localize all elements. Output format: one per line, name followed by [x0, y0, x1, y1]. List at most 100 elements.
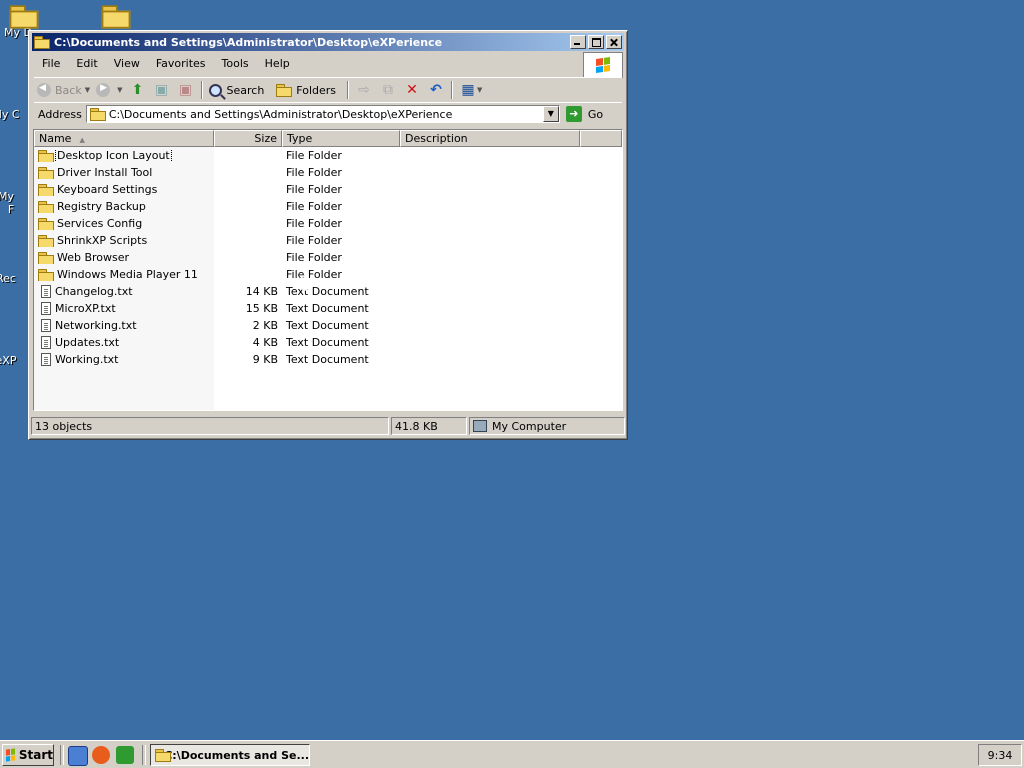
column-description-label: Description [405, 132, 468, 145]
file-type: File Folder [286, 251, 342, 264]
file-name-cell: Working.txt [34, 353, 214, 366]
folders-button[interactable]: Folders [273, 79, 339, 101]
table-row[interactable]: Web Browser File Folder [34, 249, 622, 266]
explorer-window: C:\Documents and Settings\Administrator\… [28, 30, 628, 440]
folder-icon [89, 108, 106, 121]
file-type: Text Document [286, 353, 369, 366]
table-row[interactable]: Windows Media Player 11 File Folder [34, 266, 622, 283]
column-type-label: Type [287, 132, 313, 145]
green-arrow-icon[interactable] [116, 746, 134, 764]
column-header-name[interactable]: Name ▲ [34, 130, 214, 147]
file-name: Updates.txt [55, 336, 120, 349]
back-button[interactable]: Back ▼ [34, 79, 93, 101]
file-name: Services Config [57, 217, 143, 230]
text-document-icon [41, 336, 51, 349]
taskbar-task-label: C:\Documents and Se... [164, 748, 309, 762]
views-button[interactable]: ▦ ▼ [456, 79, 485, 101]
delete-x-icon: ✕ [406, 82, 418, 98]
standard-toolbar: Back ▼ ▼ ⬆ ▣ ▣ Search Folders ⇨ ⧉ [34, 77, 622, 103]
file-name-cell: Keyboard Settings [34, 183, 214, 196]
column-header-size[interactable]: Size [214, 130, 282, 147]
folder-icon [101, 5, 131, 29]
text-document-icon [41, 302, 51, 315]
table-row[interactable]: Updates.txt 4 KB Text Document [34, 334, 622, 351]
folder-icon [9, 5, 39, 29]
file-name: Working.txt [55, 353, 119, 366]
undo-button[interactable]: ↶ [424, 79, 448, 101]
file-size: 9 KB [252, 353, 278, 366]
maximize-button[interactable] [588, 35, 604, 49]
folder-icon [38, 268, 54, 281]
sort-ascending-icon: ▲ [79, 136, 85, 144]
file-name-cell: Windows Media Player 11 [34, 268, 214, 281]
file-size: 2 KB [252, 319, 278, 332]
folder-icon [38, 183, 54, 196]
file-name: MicroXP.txt [55, 302, 116, 315]
table-row[interactable]: Keyboard Settings File Folder [34, 181, 622, 198]
table-row[interactable]: Desktop Icon Layout File Folder [34, 147, 622, 164]
column-name-label: Name [39, 132, 72, 145]
menu-favorites[interactable]: Favorites [148, 57, 214, 70]
text-document-icon [41, 285, 51, 298]
folder-icon [276, 84, 293, 97]
delete-button[interactable]: ✕ [400, 79, 424, 101]
browser-icon[interactable] [92, 746, 110, 764]
menu-file[interactable]: File [34, 57, 68, 70]
up-button[interactable]: ⬆ [126, 79, 150, 101]
folder-icon [38, 200, 54, 213]
move-button[interactable]: ⇨ [352, 79, 376, 101]
show-desktop-icon[interactable] [68, 746, 88, 766]
go-button[interactable]: ➜ Go [565, 106, 604, 122]
file-name: Changelog.txt [55, 285, 133, 298]
menu-help[interactable]: Help [257, 57, 298, 70]
search-label: Search [226, 83, 265, 97]
file-name: Networking.txt [55, 319, 137, 332]
close-button[interactable] [606, 35, 622, 49]
desktop-icon-folder[interactable] [86, 2, 146, 29]
table-row[interactable]: Registry Backup File Folder [34, 198, 622, 215]
search-button[interactable]: Search [206, 79, 268, 101]
move-to-icon: ▣ [154, 82, 169, 98]
table-row[interactable]: Services Config File Folder [34, 215, 622, 232]
start-button[interactable]: Start [2, 744, 54, 766]
file-type: Text Document [286, 336, 369, 349]
status-object-count: 13 objects [31, 417, 389, 435]
move-to-button[interactable]: ▣ [150, 79, 174, 101]
file-type: File Folder [286, 183, 342, 196]
menu-bar: File Edit View Favorites Tools Help [34, 53, 584, 73]
clock[interactable]: 9:34 [988, 749, 1013, 762]
column-header-description[interactable]: Description [400, 130, 580, 147]
table-row[interactable]: Networking.txt 2 KB Text Document [34, 317, 622, 334]
table-row[interactable]: Changelog.txt 14 KB Text Document [34, 283, 622, 300]
menu-tools[interactable]: Tools [214, 57, 257, 70]
folders-label: Folders [296, 83, 337, 97]
window-controls [568, 35, 622, 49]
copy-button[interactable]: ⧉ [376, 79, 400, 101]
address-value: C:\Documents and Settings\Administrator\… [108, 107, 453, 121]
menu-edit[interactable]: Edit [68, 57, 105, 70]
minimize-button[interactable] [570, 35, 586, 49]
file-type: File Folder [286, 149, 342, 162]
address-input[interactable]: C:\Documents and Settings\Administrator\… [85, 105, 560, 123]
address-dropdown-button[interactable]: ▼ [542, 106, 559, 122]
table-row[interactable]: ShrinkXP Scripts File Folder [34, 232, 622, 249]
chevron-down-icon: ▼ [117, 86, 123, 94]
go-label: Go [587, 107, 604, 121]
column-header-type[interactable]: Type [282, 130, 400, 147]
title-bar[interactable]: C:\Documents and Settings\Administrator\… [32, 33, 624, 51]
file-name-cell: MicroXP.txt [34, 302, 214, 315]
menu-view[interactable]: View [106, 57, 148, 70]
copy-to-button[interactable]: ▣ [174, 79, 198, 101]
file-name: Keyboard Settings [57, 183, 158, 196]
taskbar-explorer-window[interactable]: C:\Documents and Se... [150, 744, 310, 766]
toolbar-separator [451, 81, 454, 99]
file-name-cell: Web Browser [34, 251, 214, 264]
table-row[interactable]: MicroXP.txt 15 KB Text Document [34, 300, 622, 317]
folder-icon [38, 251, 54, 264]
forward-button[interactable]: ▼ [93, 79, 125, 101]
table-row[interactable]: Working.txt 9 KB Text Document [34, 351, 622, 368]
file-list[interactable]: Name ▲ Size Type Description Desktop Icon… [33, 129, 623, 411]
table-row[interactable]: Driver Install Tool File Folder [34, 164, 622, 181]
move-icon: ⇨ [358, 82, 370, 98]
back-label: Back [55, 83, 82, 97]
